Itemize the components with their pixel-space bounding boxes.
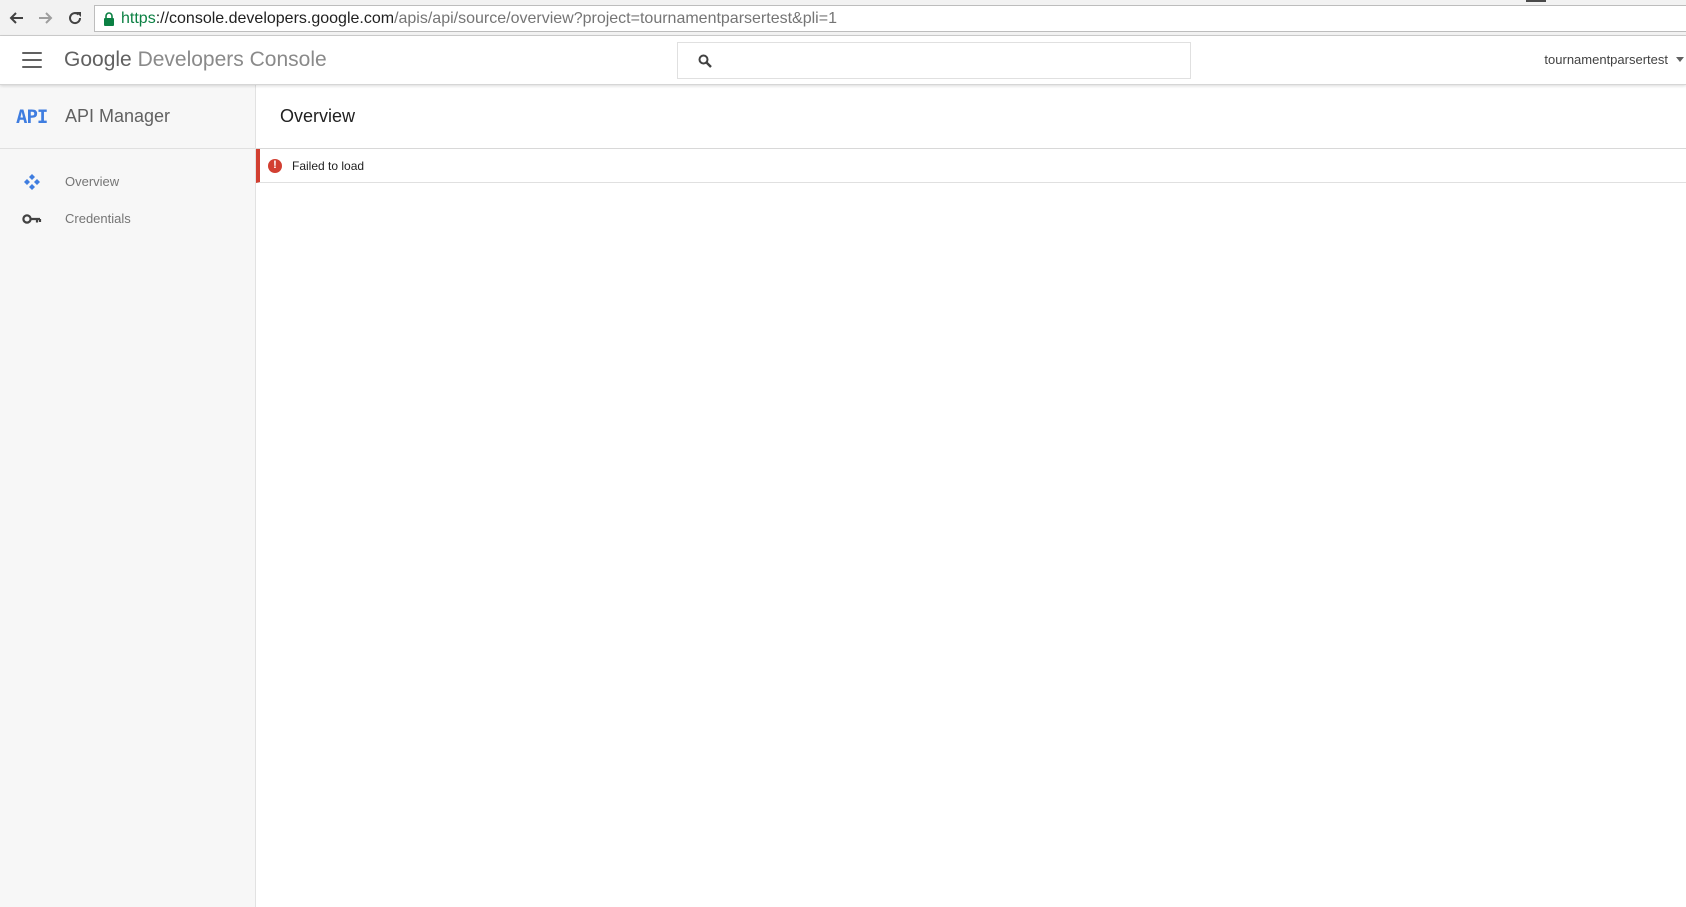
project-selector[interactable]: tournamentparsertest: [1544, 52, 1686, 67]
overview-nodes-icon: [22, 172, 42, 192]
search-box[interactable]: [677, 42, 1191, 79]
error-banner: ! Failed to load: [256, 149, 1686, 183]
console-header: Google Developers Console tournamentpars…: [0, 36, 1686, 85]
page-title: Overview: [280, 106, 356, 126]
hamburger-menu-icon[interactable]: [22, 52, 42, 68]
key-icon: [22, 209, 42, 229]
back-button[interactable]: [6, 7, 28, 29]
forward-arrow-icon: [39, 12, 53, 24]
reload-button[interactable]: [64, 7, 86, 29]
sidebar-item-label: Credentials: [65, 211, 131, 226]
brand-product: Developers Console: [137, 48, 327, 71]
project-name: tournamentparsertest: [1544, 52, 1668, 67]
api-logo: API: [16, 105, 48, 128]
url-path: /apis/api/source/overview?project=tourna…: [394, 9, 837, 27]
page-header: Overview: [256, 85, 1686, 149]
main-content: Overview ! Failed to load: [256, 85, 1686, 907]
url-separator: ://: [155, 9, 170, 27]
sidebar-item-credentials[interactable]: Credentials: [0, 200, 255, 237]
reload-icon: [69, 12, 82, 25]
url-scheme: https: [121, 9, 156, 27]
loading-indicator: [1526, 0, 1546, 2]
sidebar-header: API API Manager: [0, 85, 255, 149]
sidebar-item-label: Overview: [65, 174, 120, 189]
forward-button[interactable]: [34, 7, 56, 29]
url-text: https://console.developers.google.com/ap…: [121, 10, 837, 28]
search-icon: [698, 54, 712, 68]
url-host: console.developers.google.com: [169, 9, 395, 27]
error-icon: !: [268, 158, 282, 173]
sidebar: API API Manager Overview Credentials: [0, 85, 256, 907]
product-logo[interactable]: Google Developers Console: [64, 48, 327, 72]
sidebar-title: API Manager: [65, 106, 171, 126]
brand-google: Google: [64, 48, 132, 71]
address-bar[interactable]: https://console.developers.google.com/ap…: [94, 5, 1686, 32]
search-input[interactable]: [722, 43, 1190, 78]
caret-down-icon: [1676, 57, 1684, 62]
browser-toolbar: https://console.developers.google.com/ap…: [0, 0, 1686, 36]
sidebar-nav: Overview Credentials: [0, 149, 255, 237]
lock-icon: [103, 11, 115, 26]
back-arrow-icon: [9, 12, 23, 24]
error-message: Failed to load: [292, 158, 365, 173]
sidebar-item-overview[interactable]: Overview: [0, 163, 255, 200]
